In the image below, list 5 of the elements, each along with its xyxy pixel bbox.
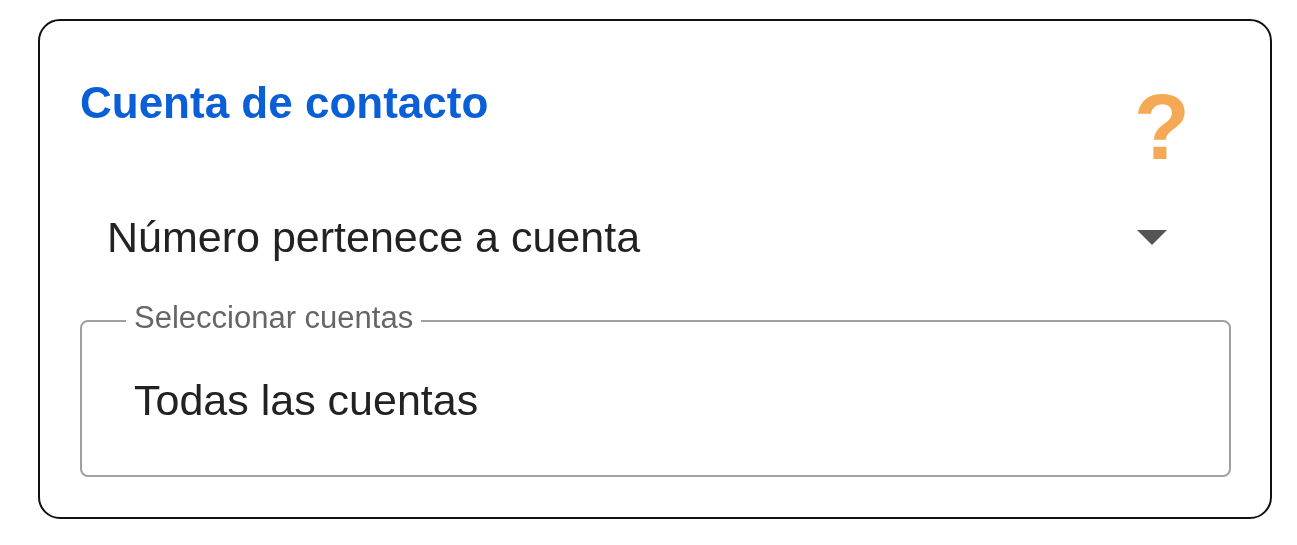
field-value: Todas las cuentas <box>134 376 479 424</box>
card-title: Cuenta de contacto <box>80 77 489 129</box>
accounts-select-field[interactable]: Seleccionar cuentas Todas las cuentas <box>80 300 1231 477</box>
dropdown-value[interactable]: Número pertenece a cuenta <box>107 211 641 263</box>
dropdown-caret-icon[interactable] <box>1137 229 1167 245</box>
